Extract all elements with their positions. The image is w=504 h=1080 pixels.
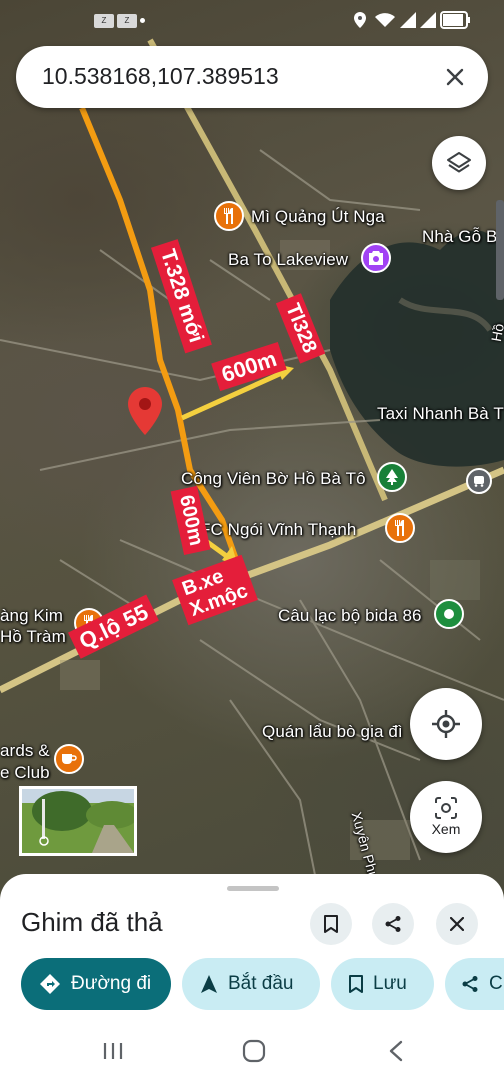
share-icon: [385, 916, 401, 932]
signal-icon: [420, 12, 436, 28]
back-button[interactable]: [381, 1036, 411, 1066]
sheet-title: Ghim đã thả: [21, 907, 163, 937]
location-status-icon: [354, 12, 366, 28]
zalo-notification-icon: Z: [117, 14, 137, 28]
directions-icon: [40, 974, 60, 994]
share-pill-button[interactable]: C: [445, 958, 504, 1010]
start-button[interactable]: Bắt đầu: [182, 958, 320, 1010]
share-label: C: [489, 973, 503, 994]
status-bar: Z Z: [0, 0, 504, 40]
close-sheet-button[interactable]: [436, 903, 478, 945]
save-label: Lưu: [373, 973, 407, 994]
place-label[interactable]: Nhà Gỗ Be: [422, 227, 504, 247]
recent-apps-icon: [103, 1043, 123, 1059]
share-icon: [462, 976, 478, 992]
lens-label: Xem: [431, 821, 461, 837]
close-search-button[interactable]: [438, 60, 472, 94]
billiards-icon[interactable]: [434, 599, 464, 629]
system-nav-bar: [0, 1020, 504, 1080]
bus-icon[interactable]: [466, 468, 492, 494]
place-label[interactable]: e Club: [0, 763, 50, 783]
street-view-thumbnail[interactable]: [19, 786, 137, 856]
bookmark-icon: [324, 915, 338, 933]
cafe-cup-icon[interactable]: [54, 744, 84, 774]
bookmark-icon: [349, 975, 363, 993]
map-scroll-handle: [496, 200, 504, 300]
place-label[interactable]: Mì Quảng Út Nga: [251, 207, 385, 227]
street-view-image: [22, 789, 134, 853]
place-label[interactable]: Quán lẩu bò gia đì: [262, 722, 403, 742]
my-location-button[interactable]: [410, 688, 482, 760]
search-bar[interactable]: 10.538168,107.389513: [16, 46, 488, 108]
place-label[interactable]: Ba To Lakeview: [228, 250, 348, 270]
close-icon: [450, 917, 464, 931]
camera-lens-icon: [435, 797, 457, 819]
wifi-icon: [375, 13, 395, 27]
back-icon: [389, 1040, 403, 1062]
share-button[interactable]: [372, 903, 414, 945]
my-location-icon: [432, 710, 460, 738]
place-label[interactable]: Taxi Nhanh Bà T: [377, 404, 504, 424]
place-label[interactable]: ards &: [0, 741, 50, 761]
layers-button[interactable]: [432, 136, 486, 190]
street-label: Hồ: [488, 322, 504, 343]
save-button[interactable]: Lưu: [331, 958, 434, 1010]
directions-button[interactable]: Đường đi: [21, 958, 171, 1010]
sheet-drag-handle[interactable]: [227, 886, 279, 891]
bookmark-button[interactable]: [310, 903, 352, 945]
place-label[interactable]: àng Kim: [0, 606, 63, 626]
restaurant-icon[interactable]: [385, 513, 415, 543]
layers-icon: [447, 152, 471, 173]
signal-icon: [400, 12, 416, 28]
restaurant-icon[interactable]: [214, 201, 244, 231]
close-icon: [446, 68, 464, 86]
dropped-pin-icon[interactable]: [128, 387, 162, 435]
recent-apps-button[interactable]: [98, 1036, 128, 1066]
notification-dot-icon: [140, 18, 145, 23]
directions-label: Đường đi: [71, 973, 152, 994]
place-label[interactable]: Công Viên Bờ Hồ Bà Tô: [181, 469, 366, 489]
home-button[interactable]: [239, 1036, 269, 1066]
park-tree-icon[interactable]: [377, 462, 407, 492]
camera-icon[interactable]: [361, 243, 391, 273]
home-icon: [242, 1039, 266, 1063]
place-label[interactable]: Hồ Tràm: [0, 627, 66, 647]
start-label: Bắt đầu: [228, 973, 294, 994]
battery-icon: [440, 11, 470, 29]
map-canvas[interactable]: Mì Quảng Út Nga Ba To Lakeview Nhà Gỗ Be…: [0, 0, 504, 900]
navigation-arrow-icon: [201, 975, 217, 993]
zalo-notification-icon: Z: [94, 14, 114, 28]
lens-button[interactable]: Xem: [410, 781, 482, 853]
place-label[interactable]: Câu lạc bộ bida 86: [278, 606, 422, 626]
place-label[interactable]: FC Ngói Vĩnh Thạnh: [200, 520, 356, 540]
search-input[interactable]: 10.538168,107.389513: [42, 63, 279, 90]
